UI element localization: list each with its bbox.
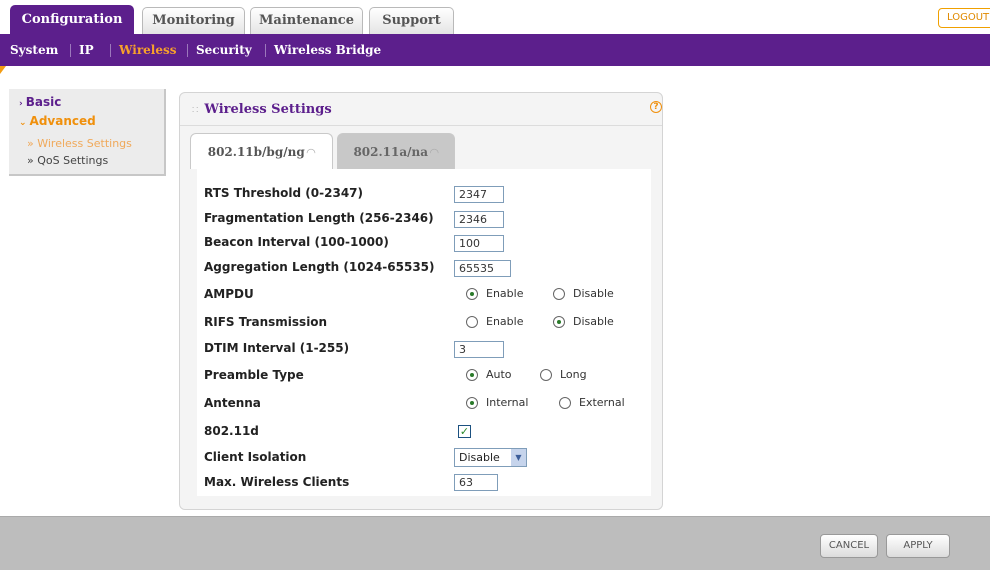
antenna-internal-label: Internal: [486, 396, 529, 409]
rts-threshold-input[interactable]: 2347: [454, 186, 504, 203]
80211d-checkbox[interactable]: ✓: [458, 425, 471, 438]
ampdu-label: AMPDU: [204, 287, 254, 301]
menu-qos-settings[interactable]: » QoS Settings: [27, 154, 108, 167]
logout-button[interactable]: LOGOUT: [938, 8, 990, 28]
antenna-external-label: External: [579, 396, 625, 409]
tab-80211bgng-label: 802.11b/bg/ng: [207, 145, 305, 159]
footer-bar: CANCEL APPLY: [0, 516, 990, 570]
panel-title-text: Wireless Settings: [204, 102, 332, 117]
beacon-interval-input[interactable]: 100: [454, 235, 504, 252]
rifs-enable-radio[interactable]: [466, 316, 478, 328]
preamble-type-label: Preamble Type: [204, 368, 304, 382]
subnav-security[interactable]: Security: [196, 43, 252, 57]
wifi-icon: ◜◝: [430, 146, 439, 159]
menu-basic-label: Basic: [25, 95, 62, 109]
subnav-separator: [187, 44, 188, 57]
tab-monitoring[interactable]: Monitoring: [142, 7, 245, 34]
subnav-accent-notch: [0, 66, 6, 74]
antenna-internal-radio[interactable]: [466, 397, 478, 409]
rifs-enable-label: Enable: [486, 315, 524, 328]
rifs-disable-label: Disable: [573, 315, 614, 328]
tab-maintenance[interactable]: Maintenance: [250, 7, 363, 34]
menu-basic[interactable]: › Basic: [19, 95, 61, 109]
subnav-wireless-bridge[interactable]: Wireless Bridge: [274, 43, 381, 57]
cancel-button[interactable]: CANCEL: [820, 534, 878, 558]
client-isolation-select[interactable]: Disable ▼: [454, 448, 527, 467]
antenna-label: Antenna: [204, 396, 261, 410]
80211d-label: 802.11d: [204, 424, 259, 438]
panel-divider: [180, 125, 662, 126]
antenna-external-radio[interactable]: [559, 397, 571, 409]
preamble-auto-radio[interactable]: [466, 369, 478, 381]
aggregation-length-input[interactable]: 65535: [454, 260, 511, 277]
fragmentation-length-label: Fragmentation Length (256-2346): [204, 211, 434, 225]
aggregation-length-label: Aggregation Length (1024-65535): [204, 260, 435, 274]
subnav-separator: [110, 44, 111, 57]
menu-wireless-settings[interactable]: » Wireless Settings: [27, 137, 132, 150]
ampdu-disable-label: Disable: [573, 287, 614, 300]
ampdu-enable-radio[interactable]: [466, 288, 478, 300]
rts-threshold-label: RTS Threshold (0-2347): [204, 186, 363, 200]
preamble-long-radio[interactable]: [540, 369, 552, 381]
subnav-wireless[interactable]: Wireless: [119, 43, 177, 57]
client-isolation-label: Client Isolation: [204, 450, 307, 464]
preamble-auto-label: Auto: [486, 368, 512, 381]
tab-support[interactable]: Support: [369, 7, 454, 34]
menu-wireless-settings-label: Wireless Settings: [37, 137, 132, 150]
tab-80211ana[interactable]: 802.11a/na ◜◝: [337, 133, 455, 169]
top-tab-bar: Configuration Monitoring Maintenance Sup…: [0, 0, 990, 34]
ampdu-enable-label: Enable: [486, 287, 524, 300]
beacon-interval-label: Beacon Interval (100-1000): [204, 235, 389, 249]
rifs-transmission-label: RIFS Transmission: [204, 315, 328, 329]
subnav-separator: [265, 44, 266, 57]
wifi-icon: ◜◝: [306, 146, 316, 159]
tab-80211ana-label: 802.11a/na: [353, 145, 429, 159]
chevron-down-icon: ⌄: [19, 118, 27, 128]
preamble-long-label: Long: [560, 368, 587, 381]
left-menu: › Basic ⌄ Advanced » Wireless Settings » Q…: [9, 89, 166, 176]
panel-title: ∷ Wireless Settings: [192, 102, 332, 117]
drag-grip-icon: ∷: [192, 105, 199, 116]
menu-qos-settings-label: QoS Settings: [37, 154, 109, 167]
apply-button[interactable]: APPLY: [886, 534, 950, 558]
dtim-interval-input[interactable]: 3: [454, 341, 504, 358]
fragmentation-length-input[interactable]: 2346: [454, 211, 504, 228]
menu-advanced-label: Advanced: [29, 114, 96, 128]
client-isolation-value: Disable: [459, 451, 500, 464]
max-wireless-clients-label: Max. Wireless Clients: [204, 475, 350, 489]
dtim-interval-label: DTIM Interval (1-255): [204, 341, 350, 355]
chevron-right-icon: ›: [19, 99, 23, 109]
tab-configuration[interactable]: Configuration: [10, 5, 134, 34]
rifs-disable-radio[interactable]: [553, 316, 565, 328]
menu-advanced[interactable]: ⌄ Advanced: [19, 114, 96, 128]
chevron-down-icon: ▼: [511, 449, 526, 466]
subnav-ip[interactable]: IP: [79, 43, 94, 57]
help-icon[interactable]: ?: [650, 101, 662, 113]
max-wireless-clients-input[interactable]: 63: [454, 474, 498, 491]
tab-80211bgng[interactable]: 802.11b/bg/ng ◜◝: [190, 133, 333, 169]
subnav-system[interactable]: System: [10, 43, 58, 57]
ampdu-disable-radio[interactable]: [553, 288, 565, 300]
subnav-separator: [70, 44, 71, 57]
sub-navigation: System IP Wireless Security Wireless Bri…: [0, 34, 990, 66]
